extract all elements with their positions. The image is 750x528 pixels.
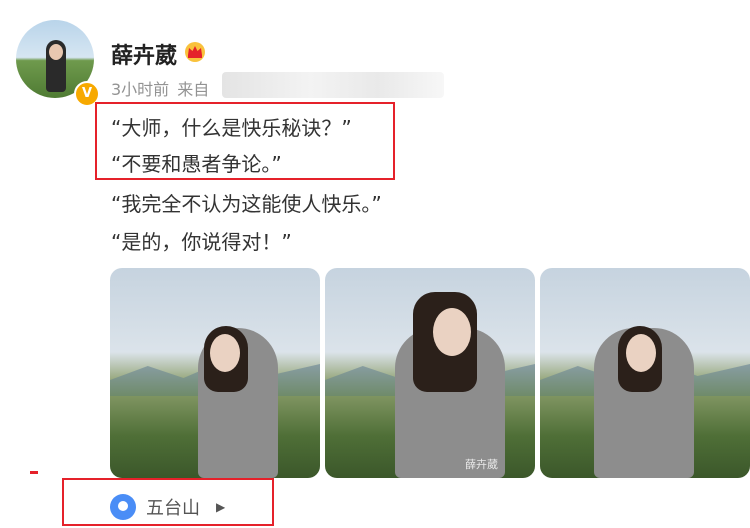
photo-face bbox=[433, 308, 471, 356]
photo-2[interactable]: 薛卉葳 bbox=[325, 268, 535, 478]
post-line-3: “我完全不认为这能使人快乐。” bbox=[111, 192, 382, 216]
highlight-box-location bbox=[62, 478, 274, 526]
photo-face bbox=[626, 334, 656, 372]
post-line-4: “是的，你说得对！” bbox=[111, 230, 292, 254]
photo-watermark: 薛卉葳 bbox=[465, 458, 498, 471]
username[interactable]: 薛卉葳 bbox=[111, 38, 177, 70]
photo-face bbox=[210, 334, 240, 372]
post-source-prefix: 来自 bbox=[177, 80, 210, 99]
red-mark bbox=[30, 471, 38, 474]
photo-1[interactable] bbox=[110, 268, 320, 478]
avatar-face bbox=[49, 44, 63, 60]
photo-3[interactable] bbox=[540, 268, 750, 478]
blurred-source bbox=[222, 72, 444, 98]
crown-icon bbox=[185, 42, 205, 62]
highlight-box-text bbox=[95, 102, 395, 180]
post-meta: 3小时前 来自 bbox=[111, 76, 217, 100]
post-time: 3小时前 bbox=[111, 80, 170, 99]
